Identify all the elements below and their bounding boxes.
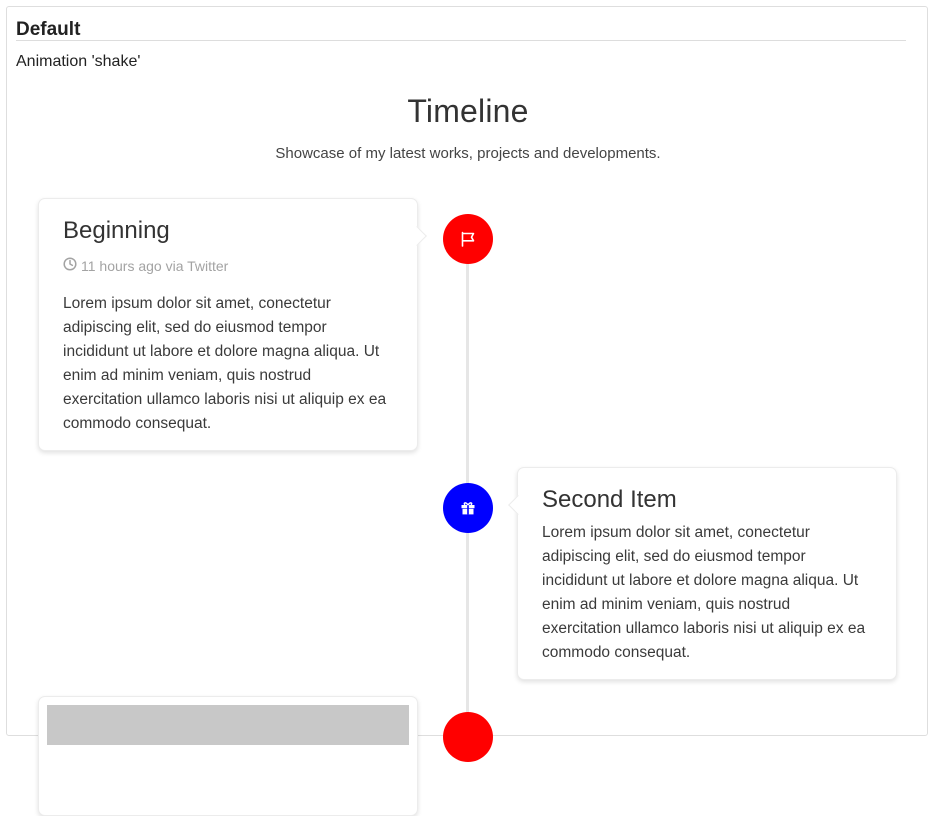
panel-subtitle: Animation 'shake' xyxy=(16,53,141,70)
card-meta: 11 hours ago via Twitter xyxy=(63,257,228,274)
card-title: Second Item xyxy=(542,486,677,513)
timeline-line xyxy=(466,238,469,718)
card-meta-text: 11 hours ago via Twitter xyxy=(81,257,229,274)
card-image xyxy=(47,705,409,745)
card-body: Lorem ipsum dolor sit amet, conectetur a… xyxy=(63,295,387,432)
timeline-description: Showcase of my latest works, projects an… xyxy=(275,145,661,162)
panel-divider xyxy=(16,40,906,41)
timeline-marker-second-item xyxy=(443,483,493,533)
card-title: Beginning xyxy=(63,217,170,244)
timeline-title: Timeline xyxy=(407,93,529,129)
timeline-card-beginning: Beginning 11 hours ago via Twitter Lorem… xyxy=(38,198,427,451)
timeline-card-third xyxy=(38,696,418,816)
clock-icon xyxy=(63,257,77,274)
flag-icon xyxy=(459,230,477,248)
card-body: Lorem ipsum dolor sit amet, conectetur a… xyxy=(542,524,866,661)
timeline-marker-third xyxy=(443,712,493,762)
timeline-card-second-item: Second Item Lorem ipsum dolor sit amet, … xyxy=(508,467,897,680)
timeline-marker-beginning xyxy=(443,214,493,264)
panel-title: Default xyxy=(16,19,81,40)
gift-icon xyxy=(459,499,477,517)
